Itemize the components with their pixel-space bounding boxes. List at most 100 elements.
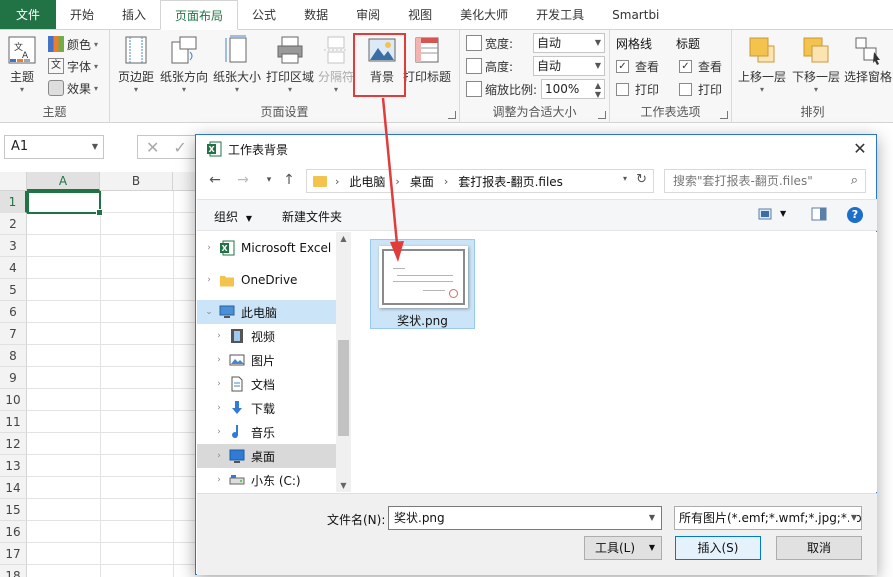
breaks-button[interactable]: 分隔符 ▾ [318, 34, 354, 95]
row-header[interactable]: 5 [0, 279, 27, 301]
collapsed-chevron-icon[interactable]: › [203, 275, 215, 285]
collapsed-chevron-icon[interactable]: › [213, 475, 225, 485]
colors-button[interactable]: 颜色 ▾ [48, 34, 98, 54]
new-folder-button[interactable]: 新建文件夹 [282, 208, 342, 225]
tab-developer[interactable]: 开发工具 [522, 0, 598, 29]
preview-pane-icon[interactable] [811, 207, 827, 221]
file-item[interactable]: 奖状.png [370, 239, 475, 329]
breadcrumb-this-pc[interactable]: 此电脑 [349, 173, 385, 190]
expanded-chevron-icon[interactable]: ⌄ [203, 307, 215, 317]
back-arrow-icon[interactable]: ← [206, 171, 224, 189]
nav-item[interactable]: › OneDrive [197, 268, 336, 292]
filename-input[interactable]: 奖状.png ▼ [388, 506, 662, 530]
confirm-check-icon[interactable]: ✓ [173, 138, 186, 157]
row-header[interactable]: 4 [0, 257, 27, 279]
row-header[interactable]: 7 [0, 323, 27, 345]
bring-forward-button[interactable]: 上移一层 ▾ [738, 34, 786, 95]
recent-locations-chevron-icon[interactable]: ▾ [260, 171, 278, 189]
tab-page-layout[interactable]: 页面布局 [160, 0, 239, 30]
row-header[interactable]: 18 [0, 565, 27, 577]
orientation-button[interactable]: 纸张方向 ▾ [160, 34, 208, 95]
nav-item[interactable]: › 视频 [197, 324, 336, 348]
scrollbar-thumb[interactable] [338, 340, 349, 436]
chevron-down-icon[interactable]: ▼ [649, 507, 655, 529]
print-titles-button[interactable]: 打印标题 [403, 34, 451, 85]
search-input[interactable]: 搜索"套打报表-翻页.files" ⌕ [664, 169, 866, 193]
row-header[interactable]: 13 [0, 455, 27, 477]
width-select[interactable]: 自动 ▼ [533, 33, 605, 53]
tab-review[interactable]: 审阅 [342, 0, 394, 29]
nav-item[interactable]: › 下载 [197, 396, 336, 420]
column-header-a[interactable]: A [27, 172, 100, 191]
print-area-button[interactable]: 打印区域 ▾ [266, 34, 314, 95]
row-header[interactable]: 15 [0, 499, 27, 521]
collapsed-chevron-icon[interactable]: › [213, 355, 225, 365]
file-type-select[interactable]: 所有图片(*.emf;*.wmf;*.jpg;*.jp ▼ [674, 506, 862, 530]
height-select[interactable]: 自动 ▼ [533, 56, 605, 76]
address-bar[interactable]: › 此电脑 › 桌面 › 套打报表-翻页.files ▾ ↻ [306, 169, 654, 193]
row-header[interactable]: 8 [0, 345, 27, 367]
breadcrumb-folder[interactable]: 套打报表-翻页.files [458, 173, 563, 190]
collapsed-chevron-icon[interactable]: › [213, 403, 225, 413]
spreadsheet-grid[interactable]: A B 1 2 3 4 5 6 7 8 9 10 11 12 13 14 15 16 17 18 [0, 172, 200, 577]
margins-button[interactable]: 页边距 ▾ [118, 34, 154, 95]
chevron-down-icon[interactable]: ▼ [780, 209, 786, 218]
cancel-x-icon[interactable]: ✕ [146, 138, 159, 157]
row-header[interactable]: 11 [0, 411, 27, 433]
tab-beautify-master[interactable]: 美化大师 [446, 0, 522, 29]
row-header[interactable]: 14 [0, 477, 27, 499]
nav-item[interactable]: › X Microsoft Excel [197, 236, 336, 260]
themes-button[interactable]: 文 A 主题 ▾ [6, 34, 38, 95]
forward-arrow-icon[interactable]: → [234, 171, 252, 189]
nav-item[interactable]: › 小东 (C:) [197, 468, 336, 492]
tab-home[interactable]: 开始 [56, 0, 108, 29]
nav-item[interactable]: ⌄ 此电脑 [197, 300, 336, 324]
row-header[interactable]: 3 [0, 235, 27, 257]
navigation-scrollbar[interactable]: ▲ ▼ [336, 232, 351, 492]
up-arrow-icon[interactable]: ↑ [280, 171, 298, 189]
nav-item[interactable]: › 图片 [197, 348, 336, 372]
headings-print-checkbox[interactable]: 打印 [679, 81, 722, 98]
breadcrumb-desktop[interactable]: 桌面 [410, 173, 434, 190]
tab-view[interactable]: 视图 [394, 0, 446, 29]
collapsed-chevron-icon[interactable]: › [213, 331, 225, 341]
tab-smartbi[interactable]: Smartbi [598, 0, 673, 29]
nav-item[interactable]: › 音乐 [197, 420, 336, 444]
tab-data[interactable]: 数据 [290, 0, 342, 29]
tab-insert[interactable]: 插入 [108, 0, 160, 29]
tools-button[interactable]: 工具(L) ▼ [584, 536, 662, 560]
help-icon[interactable]: ? [847, 207, 863, 223]
name-box[interactable]: A1 ▼ [4, 135, 104, 159]
column-header-b[interactable]: B [100, 172, 173, 191]
row-header[interactable]: 1 [0, 191, 27, 213]
headings-view-checkbox[interactable]: ✓ 查看 [679, 58, 722, 75]
row-header[interactable]: 6 [0, 301, 27, 323]
scroll-down-icon[interactable]: ▼ [336, 481, 351, 490]
gridlines-view-checkbox[interactable]: ✓ 查看 [616, 58, 659, 75]
selected-cell-a1[interactable] [27, 191, 103, 216]
row-header[interactable]: 2 [0, 213, 27, 235]
gridlines-print-checkbox[interactable]: 打印 [616, 81, 659, 98]
tab-formulas[interactable]: 公式 [238, 0, 290, 29]
close-icon[interactable]: ✕ [850, 139, 870, 159]
chevron-down-icon[interactable]: ▾ [623, 174, 627, 183]
refresh-icon[interactable]: ↻ [636, 172, 647, 187]
send-backward-button[interactable]: 下移一层 ▾ [792, 34, 840, 95]
collapsed-chevron-icon[interactable]: › [213, 451, 225, 461]
insert-button[interactable]: 插入(S) [675, 536, 761, 560]
nav-item[interactable]: › 文档 [197, 372, 336, 396]
selection-pane-button[interactable]: 选择窗格 [844, 34, 892, 85]
tab-file[interactable]: 文件 [0, 0, 56, 29]
cancel-button[interactable]: 取消 [776, 536, 862, 560]
change-view-icon[interactable] [758, 207, 774, 221]
collapsed-chevron-icon[interactable]: › [213, 427, 225, 437]
spinner-arrows-icon[interactable]: ▲ ▼ [595, 81, 601, 99]
row-header[interactable]: 10 [0, 389, 27, 411]
fonts-button[interactable]: 文 字体 ▾ [48, 56, 98, 76]
row-header[interactable]: 17 [0, 543, 27, 565]
collapsed-chevron-icon[interactable]: › [213, 379, 225, 389]
row-header[interactable]: 12 [0, 433, 27, 455]
row-header[interactable]: 16 [0, 521, 27, 543]
size-button[interactable]: 纸张大小 ▾ [213, 34, 261, 95]
scale-spinner[interactable]: 100% ▲ ▼ [541, 79, 605, 99]
